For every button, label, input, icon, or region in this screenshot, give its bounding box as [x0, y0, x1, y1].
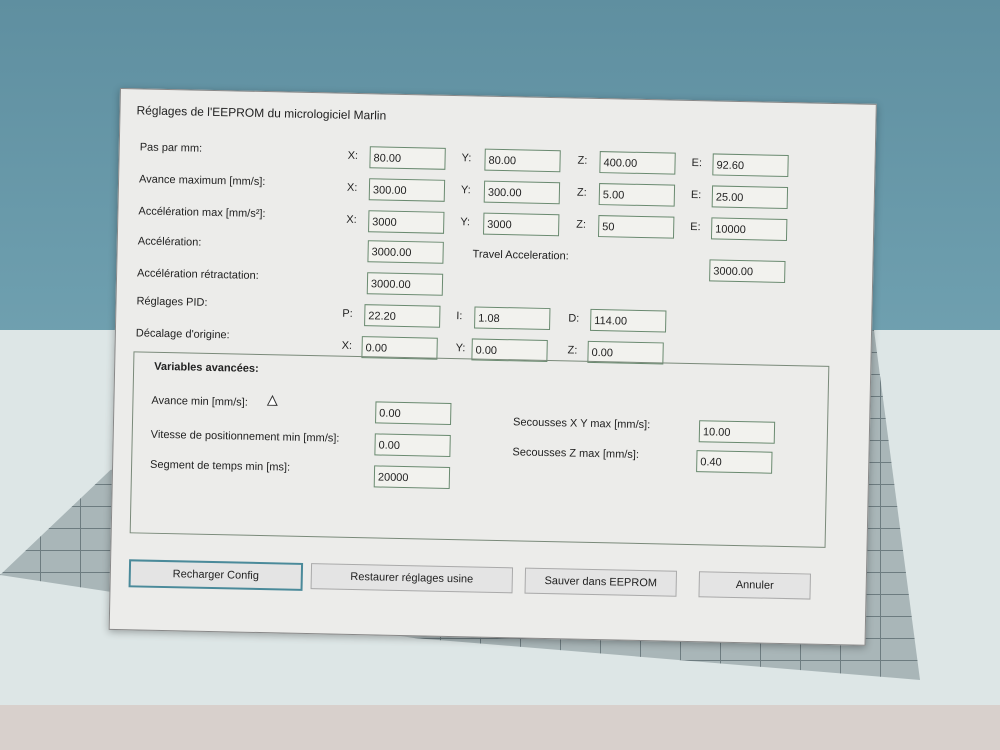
accel-z-input[interactable]: 50 [597, 215, 675, 239]
eeprom-dialog: Réglages de l'EEPROM du micrologiciel Ma… [108, 88, 877, 646]
min-segment-label: Segment de temps min [ms]: [149, 458, 291, 474]
jerk-z-input[interactable]: 0.40 [696, 450, 773, 474]
steps-z-input[interactable]: 400.00 [599, 151, 676, 175]
axis-label: E: [691, 156, 703, 170]
axis-label: Y: [460, 184, 471, 197]
jerk-xy-label: Secousses X Y max [mm/s]: [512, 416, 651, 432]
min-travel-input[interactable]: 0.00 [374, 433, 451, 457]
min-feedrate-input[interactable]: 0.00 [375, 401, 452, 426]
offset-z-label: Z: [567, 344, 578, 357]
travel-acceleration-input[interactable]: 3000.00 [709, 259, 786, 283]
feedrate-e-input[interactable]: 25.00 [711, 185, 789, 210]
axis-label: X: [346, 181, 358, 194]
max-accel-label: Accélération max [mm/s²]: [138, 205, 266, 221]
pid-d-label: D: [568, 312, 580, 325]
pid-i-input[interactable]: 1.08 [474, 306, 551, 331]
restore-defaults-button[interactable]: Restaurer réglages usine [310, 563, 514, 594]
cancel-button[interactable]: Annuler [698, 571, 811, 600]
axis-label: Y: [461, 152, 472, 165]
feedrate-z-input[interactable]: 5.00 [598, 183, 676, 207]
axis-label: Y: [460, 216, 471, 229]
pid-label: Réglages PID: [136, 295, 208, 309]
feedrate-y-input[interactable]: 300.00 [483, 180, 561, 205]
accel-e-input[interactable]: 10000 [710, 217, 788, 242]
pid-p-input[interactable]: 22.20 [364, 304, 441, 328]
dialog-title: Réglages de l'EEPROM du micrologiciel Ma… [136, 103, 387, 123]
accel-x-input[interactable]: 3000 [368, 210, 445, 234]
advanced-title: Variables avancées: [154, 360, 259, 375]
bottom-toolbar [0, 705, 1000, 750]
axis-label: E: [690, 220, 701, 234]
offset-x-label: X: [341, 339, 353, 352]
pid-i-label: I: [456, 310, 463, 323]
acceleration-input[interactable]: 3000.00 [367, 240, 444, 264]
reload-config-button[interactable]: Recharger Config [128, 559, 304, 591]
steps-per-mm-label: Pas par mm: [139, 141, 203, 155]
retract-acceleration-input[interactable]: 3000.00 [366, 272, 444, 296]
axis-label: Z: [576, 186, 587, 199]
home-offset-label: Décalage d'origine: [135, 327, 230, 342]
accel-y-input[interactable]: 3000 [483, 212, 560, 237]
axis-label: Z: [577, 154, 588, 167]
jerk-z-label: Secousses Z max [mm/s]: [512, 446, 640, 461]
save-eeprom-button[interactable]: Sauver dans EEPROM [524, 567, 678, 597]
max-feedrate-label: Avance maximum [mm/s]: [138, 173, 266, 189]
min-travel-label: Vitesse de positionnement min [mm/s]: [150, 428, 340, 445]
steps-x-input[interactable]: 80.00 [369, 146, 446, 170]
min-feedrate-label: Avance min [mm/s]: [151, 394, 248, 409]
pid-d-input[interactable]: 114.00 [590, 308, 667, 333]
pid-p-label: P: [342, 307, 353, 320]
axis-label: X: [347, 149, 359, 162]
jerk-xy-input[interactable]: 10.00 [698, 420, 776, 444]
steps-e-input[interactable]: 92.60 [712, 153, 789, 178]
min-segment-input[interactable]: 20000 [373, 465, 451, 489]
mouse-cursor-icon: ▲ [264, 392, 281, 410]
axis-label: X: [346, 213, 357, 226]
retract-acceleration-label: Accélération rétractation: [136, 267, 259, 282]
axis-label: Z: [576, 218, 587, 231]
offset-y-label: Y: [455, 342, 466, 355]
feedrate-x-input[interactable]: 300.00 [368, 178, 446, 202]
axis-label: E: [690, 188, 702, 202]
travel-acceleration-label: Travel Acceleration: [472, 248, 569, 263]
advanced-variables-group: Variables avancées: Avance min [mm/s]: 0… [129, 351, 830, 548]
steps-y-input[interactable]: 80.00 [484, 148, 561, 173]
acceleration-label: Accélération: [137, 235, 202, 249]
